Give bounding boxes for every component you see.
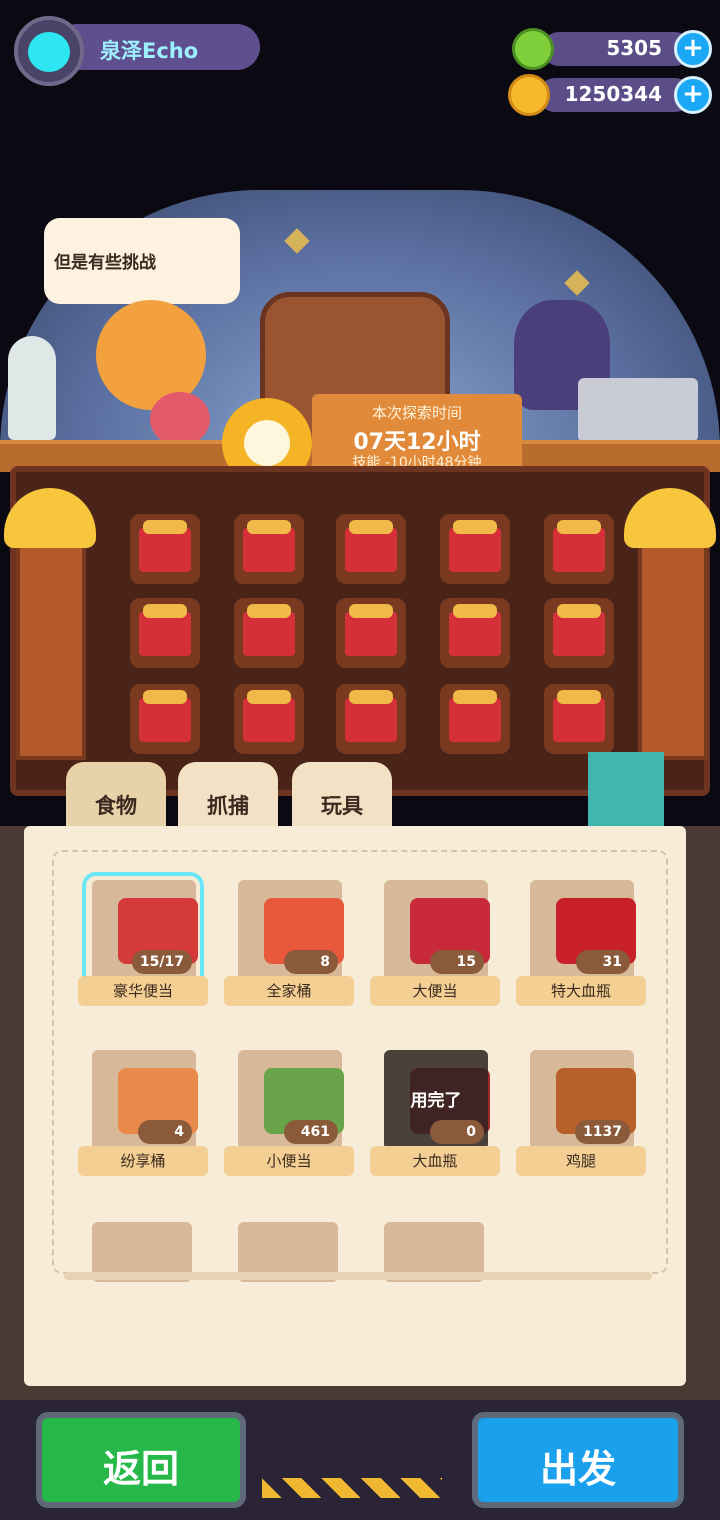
cabinet-slot[interactable]	[544, 598, 614, 668]
depart-button-label: 出发	[539, 1447, 616, 1491]
green-gem-icon	[512, 28, 554, 70]
inventory-item[interactable]: 31 特大血瓶	[516, 880, 646, 1020]
timer-title: 本次探索时间	[371, 404, 462, 422]
item-count: 15/17	[131, 950, 192, 974]
tab-capture-label: 抓捕	[207, 794, 249, 818]
cabinet-slot[interactable]	[544, 514, 614, 584]
cabinet-slot[interactable]	[336, 684, 406, 754]
item-count: 4	[138, 1120, 192, 1144]
depart-button[interactable]: 出发	[472, 1412, 684, 1508]
bento-basket-icon	[345, 690, 397, 742]
left-banner	[16, 530, 86, 760]
item-name: 全家桶	[224, 976, 354, 1006]
item-name: 豪华便当	[78, 976, 208, 1006]
item-count: 8	[284, 950, 338, 974]
coin-count: 1250344	[564, 82, 662, 106]
item-count: 0	[430, 1120, 484, 1144]
potion-bottles	[578, 378, 698, 442]
item-count: 461	[284, 1120, 338, 1144]
bento-basket-icon	[345, 604, 397, 656]
bento-basket-icon	[139, 604, 191, 656]
inventory-item[interactable]: 8 全家桶	[224, 880, 354, 1020]
bento-basket-icon	[553, 690, 605, 742]
bento-basket-icon	[449, 520, 501, 572]
player-name: 泉泽Echo	[100, 39, 199, 63]
hazard-stripe	[262, 1478, 442, 1498]
player-profile[interactable]: 泉泽Echo	[14, 16, 260, 86]
bento-basket-icon	[345, 520, 397, 572]
item-name: 鸡腿	[516, 1146, 646, 1176]
speech-text: 但是有些挑战	[54, 253, 156, 273]
speech-bubble: 但是有些挑战	[44, 218, 240, 304]
add-coins-button[interactable]: +	[674, 76, 712, 114]
cabinet-slot[interactable]	[234, 598, 304, 668]
right-banner	[638, 530, 708, 760]
back-button[interactable]: 返回	[36, 1412, 246, 1508]
gem-counter: 5305 +	[512, 28, 712, 70]
add-gems-button[interactable]: +	[674, 30, 712, 68]
item-name: 纷享桶	[78, 1146, 208, 1176]
cabinet-slot[interactable]	[130, 684, 200, 754]
cabinet-slot[interactable]	[130, 514, 200, 584]
cabinet-slot[interactable]	[440, 598, 510, 668]
bento-basket-icon	[449, 690, 501, 742]
item-name: 小便当	[224, 1146, 354, 1176]
gold-coin-icon	[508, 74, 550, 116]
used-up-label: 用完了	[410, 1091, 462, 1111]
cabinet-slot[interactable]	[544, 684, 614, 754]
tab-food-label: 食物	[95, 794, 137, 818]
bento-basket-icon	[139, 520, 191, 572]
cabinet-slot[interactable]	[234, 684, 304, 754]
item-name: 大便当	[370, 976, 500, 1006]
item-name: 特大血瓶	[516, 976, 646, 1006]
item-grid: 15/17 豪华便当 8 全家桶 15 大便当 31 特大血瓶 4 纷享桶 461 小便当 用完了 0 大血…	[52, 850, 668, 1274]
cabinet-slot[interactable]	[440, 684, 510, 754]
inventory-item[interactable]: 15/17 豪华便当	[78, 872, 208, 1020]
yarn-ball	[150, 392, 210, 446]
tab-toys[interactable]: 玩具	[292, 762, 392, 832]
bento-basket-icon	[553, 604, 605, 656]
item-count: 15	[430, 950, 484, 974]
cabinet-slot[interactable]	[440, 514, 510, 584]
avatar[interactable]	[14, 16, 84, 86]
inventory-item[interactable]: 用完了 0 大血瓶	[370, 1050, 500, 1190]
bento-basket-icon	[553, 520, 605, 572]
gem-count: 5305	[606, 36, 662, 60]
tab-toys-label: 玩具	[321, 794, 363, 818]
item-count: 1137	[575, 1120, 630, 1144]
grid-bottom-edge	[64, 1272, 652, 1280]
item-count: 31	[576, 950, 630, 974]
cabinet-slot[interactable]	[336, 514, 406, 584]
bento-basket-icon	[243, 604, 295, 656]
bento-basket-icon	[449, 604, 501, 656]
tab-capture[interactable]: 抓捕	[178, 762, 278, 832]
cabinet-slot[interactable]	[234, 514, 304, 584]
bookmark-tab[interactable]	[588, 752, 664, 832]
item-name: 大血瓶	[370, 1146, 500, 1176]
bento-basket-icon	[243, 520, 295, 572]
cabinet-slot[interactable]	[130, 598, 200, 668]
bento-basket-icon	[243, 690, 295, 742]
tab-food[interactable]: 食物	[66, 762, 166, 832]
inventory-item[interactable]: 1137 鸡腿	[516, 1050, 646, 1190]
inventory-item[interactable]: 461 小便当	[224, 1050, 354, 1190]
inventory-item[interactable]: 15 大便当	[370, 880, 500, 1020]
back-button-label: 返回	[102, 1447, 179, 1491]
cabinet-slot[interactable]	[336, 598, 406, 668]
rocket-toy	[8, 336, 56, 440]
inventory-item[interactable]: 4 纷享桶	[78, 1050, 208, 1190]
coin-counter: 1250344 +	[508, 74, 712, 116]
cat-face-icon	[28, 32, 70, 72]
bento-basket-icon	[139, 690, 191, 742]
